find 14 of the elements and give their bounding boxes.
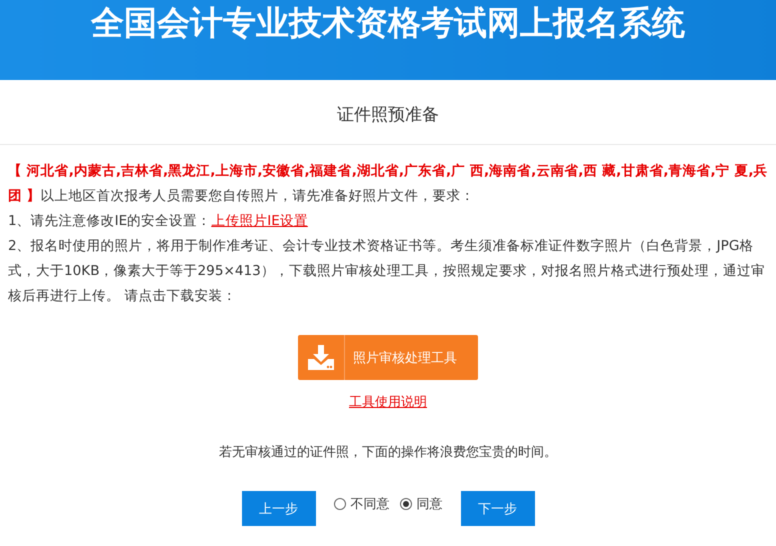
notice-paragraph: 【 河北省,内蒙古,吉林省,黑龙江,上海市,安徽省,福建省,湖北省,广东省,广 西,海南省,云南省,西 藏,甘肃省,青海省,宁 夏,兵团 】以上地区首次报考人员需要您自传照片，请先准备好照片文件，要求： bbox=[8, 162, 768, 206]
section-title: 证件照预准备 bbox=[0, 80, 776, 145]
download-icon bbox=[306, 344, 336, 370]
warning-text: 若无审核通过的证件照，下面的操作将浪费您宝贵的时间。 bbox=[219, 444, 557, 461]
download-button[interactable]: 照片审核处理工具 bbox=[298, 335, 478, 380]
previous-button[interactable]: 上一步 bbox=[242, 491, 316, 526]
radio-option[interactable]: 不同意 bbox=[334, 494, 390, 512]
tool-help-link[interactable]: 工具使用说明 bbox=[349, 393, 427, 411]
step-paragraph: 2、报名时使用的照片，将用于制作准考证、会计专业技术资格证书等。考生须准备标准证件数字照片（白色背景，JPG格式，大于10KB，像素大于等于295×413），下载照片审核处理工具，按照规定要求，对报名照片格式进行预处理，通过审核后再进行上传。 请点击下载安装： bbox=[8, 237, 766, 306]
site-title: 全国会计专业技术资格考试网上报名系统 bbox=[91, 2, 685, 44]
step-text: 1、请先注意修改IE的安全设置： bbox=[8, 213, 212, 229]
radio-option[interactable]: 同意 bbox=[400, 494, 442, 512]
next-button[interactable]: 下一步 bbox=[460, 491, 534, 526]
ie-settings-link[interactable]: 上传照片IE设置 bbox=[211, 213, 308, 229]
